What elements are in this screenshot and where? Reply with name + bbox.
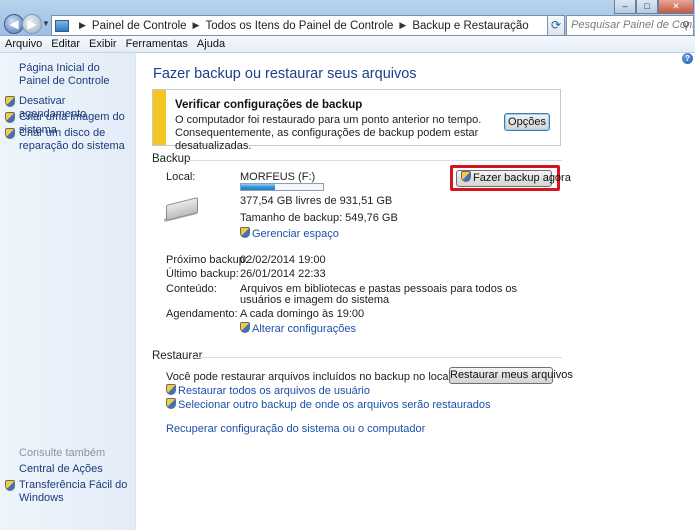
backup-size-text: Tamanho de backup: 549,76 GB	[240, 212, 398, 224]
menu-editar[interactable]: Editar	[51, 38, 80, 50]
menu-exibir[interactable]: Exibir	[89, 38, 117, 50]
shield-icon	[461, 171, 471, 182]
shield-icon	[5, 112, 15, 123]
divider	[186, 160, 562, 161]
disk-usage-bar	[240, 183, 324, 191]
address-bar[interactable]: ▶ Painel de Controle ▶ Todos os Itens do…	[51, 15, 561, 36]
warning-title: Verificar configurações de backup	[175, 99, 363, 111]
page-title: Fazer backup ou restaurar seus arquivos	[153, 66, 417, 82]
back-button[interactable]: ◀	[4, 14, 24, 34]
sidebar-item-easy-transfer[interactable]: Transferência Fácil do Windows	[5, 479, 131, 505]
shield-icon	[5, 128, 15, 139]
backup-drive-name: MORFEUS (F:)	[240, 171, 316, 183]
manage-space-link[interactable]: Gerenciar espaço	[240, 227, 339, 240]
maximize-button[interactable]: □	[636, 0, 658, 14]
next-backup-value: 02/02/2014 19:00	[240, 254, 326, 266]
last-backup-label: Último backup:	[166, 268, 239, 280]
content-value-line2: usuários e imagem do sistema	[240, 294, 390, 306]
refresh-icon[interactable]: ⟳	[547, 15, 565, 36]
warning-bar	[153, 90, 166, 145]
restore-all-users-label: Restaurar todos os arquivos de usuário	[178, 385, 370, 397]
backup-now-label: Fazer backup agora	[473, 172, 571, 184]
menu-bar: Arquivo Editar Exibir Ferramentas Ajuda	[0, 36, 695, 53]
free-space-text: 377,54 GB livres de 931,51 GB	[240, 195, 393, 207]
local-label: Local:	[166, 171, 196, 183]
recover-system-link[interactable]: Recuperar configuração do sistema ou o c…	[166, 423, 425, 435]
next-backup-label: Próximo backup:	[166, 254, 248, 266]
change-settings-link[interactable]: Alterar configurações	[240, 322, 356, 335]
sidebar-item-action-center[interactable]: Central de Ações	[19, 463, 103, 476]
close-window-button[interactable]: ✕	[658, 0, 694, 14]
search-placeholder: Pesquisar Painel de Controle	[571, 19, 694, 31]
breadcrumb-backup-restore[interactable]: Backup e Restauração	[412, 20, 528, 32]
title-bar: – □ ✕ ◀ ▶ ▼ ▶ Painel de Controle ▶ Todos…	[0, 0, 695, 36]
schedule-label: Agendamento:	[166, 308, 238, 320]
shield-icon	[166, 384, 176, 395]
options-button[interactable]: Opções	[504, 113, 550, 131]
sidebar-item-create-repair-disc[interactable]: Criar um disco de reparação do sistema	[5, 127, 129, 153]
divider	[192, 357, 562, 358]
change-settings-label: Alterar configurações	[252, 323, 356, 335]
manage-space-label: Gerenciar espaço	[252, 228, 339, 240]
shield-icon	[240, 227, 250, 238]
disk-usage-fill	[241, 184, 275, 190]
restore-my-files-button[interactable]: Restaurar meus arquivos	[449, 367, 573, 384]
chevron-right-icon[interactable]: ▶	[399, 20, 406, 31]
menu-ferramentas[interactable]: Ferramentas	[126, 38, 188, 50]
backup-now-button[interactable]: Fazer backup agora	[456, 170, 571, 187]
select-other-backup-label: Selecionar outro backup de onde os arqui…	[178, 399, 491, 411]
menu-arquivo[interactable]: Arquivo	[5, 38, 42, 50]
breadcrumb-control-panel[interactable]: Painel de Controle	[92, 20, 187, 32]
warning-text: O computador foi restaurado para um pont…	[175, 114, 482, 152]
minimize-button[interactable]: –	[614, 0, 636, 14]
sidebar-item-label: Transferência Fácil do Windows	[19, 479, 128, 504]
menu-ajuda[interactable]: Ajuda	[197, 38, 225, 50]
search-input[interactable]: Pesquisar Painel de Controle ⚲	[566, 15, 694, 36]
breadcrumb-all-items[interactable]: Todos os Itens do Painel de Controle	[205, 20, 393, 32]
sidebar: Página Inicial do Painel de Controle Des…	[0, 53, 136, 530]
chevron-right-icon[interactable]: ▶	[79, 20, 86, 31]
restore-all-users-link[interactable]: Restaurar todos os arquivos de usuário	[166, 384, 370, 397]
content-label: Conteúdo:	[166, 283, 217, 295]
shield-icon	[240, 322, 250, 333]
sidebar-home-link[interactable]: Página Inicial do Painel de Controle	[19, 62, 129, 88]
warning-panel: Verificar configurações de backup O comp…	[152, 89, 561, 152]
see-also-title: Consulte também	[19, 447, 106, 459]
help-icon[interactable]: ?	[682, 53, 693, 64]
recent-pages-dropdown-icon[interactable]: ▼	[42, 19, 50, 28]
shield-icon	[166, 398, 176, 409]
control-panel-icon	[55, 19, 69, 32]
restore-description: Você pode restaurar arquivos incluídos n…	[166, 371, 481, 383]
restore-section-title: Restaurar	[152, 350, 203, 362]
forward-button[interactable]: ▶	[22, 14, 42, 34]
sidebar-item-label: Criar um disco de reparação do sistema	[19, 127, 125, 152]
last-backup-value: 26/01/2014 22:33	[240, 268, 326, 280]
backup-section-title: Backup	[152, 153, 191, 165]
shield-icon	[5, 96, 15, 107]
select-other-backup-link[interactable]: Selecionar outro backup de onde os arqui…	[166, 398, 490, 411]
search-icon[interactable]: ⚲	[682, 19, 690, 32]
chevron-right-icon[interactable]: ▶	[193, 20, 200, 31]
schedule-value: A cada domingo às 19:00	[240, 308, 365, 320]
shield-icon	[5, 480, 15, 491]
